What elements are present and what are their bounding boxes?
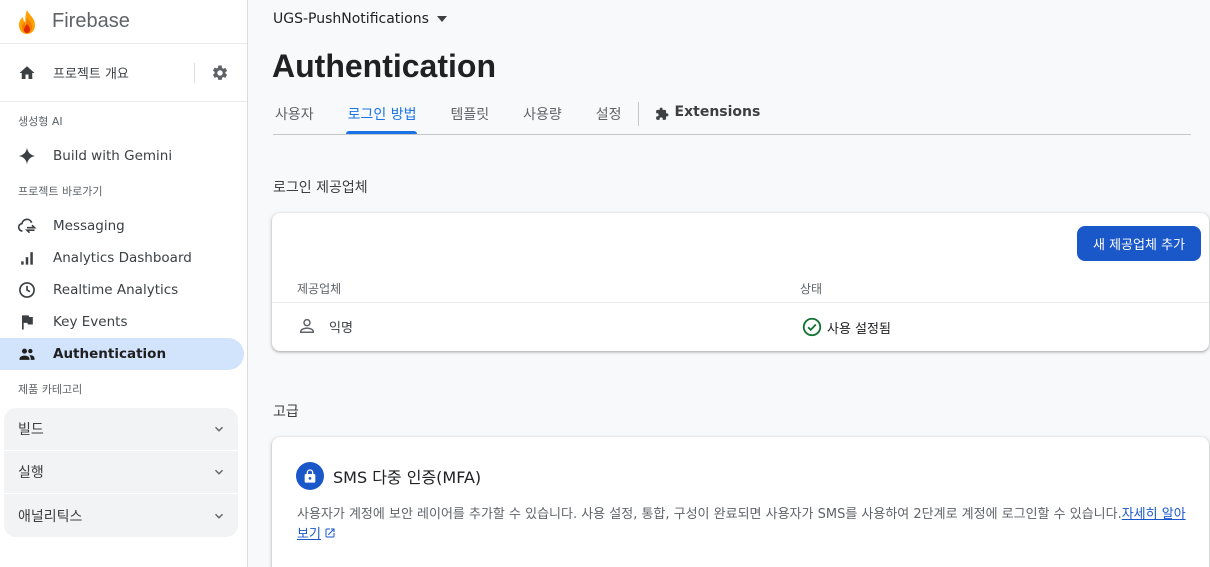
mfa-header: SMS 다중 인증(MFA)	[296, 462, 481, 490]
extensions-icon	[655, 107, 668, 120]
sidebar-item-label: Realtime Analytics	[53, 282, 179, 298]
category-label: 실행	[18, 465, 44, 481]
status-cell: 사용 설정됨	[801, 316, 891, 338]
mfa-description: 사용자가 계정에 보안 레이어를 추가할 수 있습니다. 사용 설정, 통합, …	[297, 505, 1187, 545]
page-title: Authentication	[272, 48, 496, 84]
caret-down-icon	[436, 16, 447, 22]
column-header-status: 상태	[800, 282, 823, 296]
providers-card: 새 제공업체 추가 제공업체 상태 익명 사용 설정됨	[272, 213, 1209, 351]
sidebar-item-label: Build with Gemini	[53, 148, 173, 164]
firebase-flame-icon	[19, 9, 35, 34]
sidebar-item-label: Key Events	[53, 314, 128, 330]
advanced-section-title: 고급	[273, 404, 299, 420]
category-build[interactable]: 빌드	[4, 408, 238, 451]
sidebar-item-key-events[interactable]: Key Events	[0, 306, 244, 338]
provider-name: 익명	[329, 320, 353, 336]
project-name: UGS-PushNotifications	[273, 11, 429, 27]
gear-icon[interactable]	[211, 64, 229, 82]
add-provider-button[interactable]: 새 제공업체 추가	[1077, 226, 1201, 261]
bar-chart-icon	[21, 252, 33, 265]
external-link-icon	[325, 528, 335, 538]
category-label: 애널리틱스	[18, 508, 83, 525]
sidebar-item-realtime-analytics[interactable]: Realtime Analytics	[0, 274, 244, 306]
project-overview-row: 프로젝트 개요	[0, 44, 247, 102]
mfa-title: SMS 다중 인증(MFA)	[333, 468, 482, 487]
tab-settings[interactable]: 설정	[594, 96, 622, 134]
main-content: UGS-PushNotifications Authentication 사용자…	[249, 0, 1210, 567]
tab-divider	[637, 102, 639, 126]
project-switcher[interactable]: UGS-PushNotifications	[273, 11, 447, 27]
section-label-shortcuts: 프로젝트 바로가기	[18, 185, 103, 198]
mfa-card: SMS 다중 인증(MFA) 사용자가 계정에 보안 레이어를 추가할 수 있습…	[272, 437, 1209, 567]
divider	[194, 62, 195, 83]
sidebar-item-authentication[interactable]: Authentication	[0, 338, 244, 370]
column-header-provider: 제공업체	[297, 282, 342, 296]
sidebar: Firebase 프로젝트 개요 생성형 AI Build with Gemin…	[0, 0, 248, 567]
tab-users[interactable]: 사용자	[273, 96, 314, 134]
person-icon	[300, 318, 314, 333]
tab-usage[interactable]: 사용량	[521, 96, 562, 134]
sparkle-icon	[18, 147, 36, 165]
sidebar-item-label: Authentication	[53, 346, 167, 362]
category-run[interactable]: 실행	[4, 451, 238, 494]
chevron-down-icon	[215, 469, 223, 475]
provider-cell: 익명	[297, 316, 353, 336]
tab-sign-in-method[interactable]: 로그인 방법	[345, 96, 417, 134]
table-header: 제공업체 상태	[272, 277, 1209, 303]
category-label: 빌드	[18, 422, 44, 438]
table-row[interactable]: 익명 사용 설정됨	[272, 303, 1209, 351]
brand-name: Firebase	[52, 10, 130, 32]
mfa-description-text: 사용자가 계정에 보안 레이어를 추가할 수 있습니다. 사용 설정, 통합, …	[297, 507, 1122, 522]
tab-label: Extensions	[674, 104, 761, 120]
cloud-sync-icon	[17, 218, 37, 234]
lock-icon	[296, 462, 324, 490]
category-group: 빌드 실행 애널리틱스	[4, 408, 238, 537]
chevron-down-icon	[215, 513, 223, 519]
check-circle-icon	[802, 317, 822, 337]
project-overview-link[interactable]: 프로젝트 개요	[53, 63, 194, 82]
status-badge: 사용 설정됨	[827, 321, 891, 337]
chevron-down-icon	[215, 426, 223, 432]
providers-section-title: 로그인 제공업체	[273, 180, 368, 196]
flag-icon	[22, 315, 33, 330]
clock-icon	[19, 282, 35, 298]
section-label-ai: 생성형 AI	[18, 115, 63, 128]
tab-bar: 사용자 로그인 방법 템플릿 사용량 설정 Extensions	[273, 96, 1191, 135]
tab-extensions[interactable]: Extensions	[653, 96, 761, 134]
brand-header[interactable]: Firebase	[0, 0, 247, 44]
home-icon	[19, 65, 35, 79]
sidebar-item-label: Messaging	[53, 218, 125, 234]
section-label-categories: 제품 카테고리	[18, 383, 83, 396]
people-icon	[19, 348, 35, 360]
sidebar-item-messaging[interactable]: Messaging	[0, 210, 244, 242]
sidebar-item-build-with-gemini[interactable]: Build with Gemini	[0, 140, 244, 172]
sidebar-item-label: Analytics Dashboard	[53, 250, 192, 266]
tab-templates[interactable]: 템플릿	[449, 96, 490, 134]
category-analytics[interactable]: 애널리틱스	[4, 494, 238, 537]
sidebar-item-analytics-dashboard[interactable]: Analytics Dashboard	[0, 242, 244, 274]
